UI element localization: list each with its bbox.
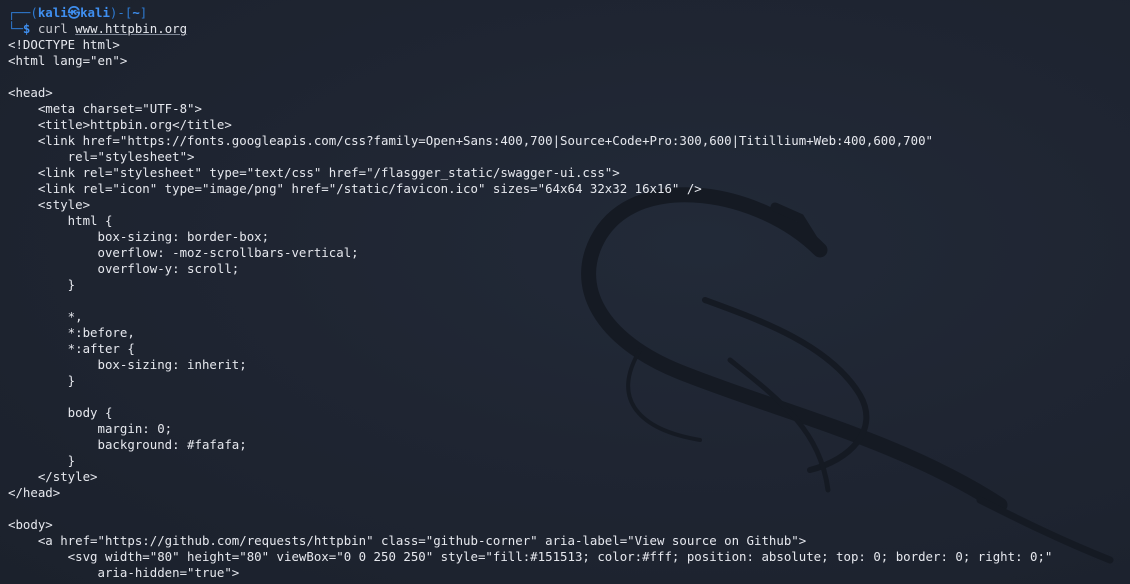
output-line: <body>	[8, 517, 53, 532]
output-line: <title>httpbin.org</title>	[8, 117, 232, 132]
output-line: background: #fafafa;	[8, 437, 247, 452]
output-line: </style>	[8, 469, 98, 484]
prompt-line-2: └─$ curl www.httpbin.org	[8, 21, 1052, 37]
output-line: margin: 0;	[8, 421, 173, 436]
prompt-at-symbol: ㉿	[67, 5, 81, 20]
output-line: }	[8, 453, 76, 468]
output-line: <link rel="icon" type="image/png" href="…	[8, 181, 702, 196]
output-line: aria-hidden="true">	[8, 565, 240, 580]
output-line: overflow: -moz-scrollbars-vertical;	[8, 245, 359, 260]
command-name: curl	[37, 21, 68, 36]
output-line: <link href="https://fonts.googleapis.com…	[8, 133, 934, 148]
output-line: <svg width="80" height="80" viewBox="0 0…	[8, 549, 1053, 564]
output-line: <html lang="en">	[8, 53, 128, 68]
prompt-dollar: $	[22, 21, 31, 36]
prompt-frame-close: ]	[139, 5, 148, 20]
output-line: *,	[8, 309, 83, 324]
command-argument: www.httpbin.org	[75, 21, 188, 36]
prompt-corner: └─	[8, 21, 23, 36]
output-line: html {	[8, 213, 113, 228]
prompt-host: kali	[80, 5, 110, 20]
prompt-frame-open: ┌──(	[8, 5, 38, 20]
prompt-user: kali	[37, 5, 68, 20]
prompt-frame-mid: )-[	[109, 5, 133, 20]
output-line: overflow-y: scroll;	[8, 261, 240, 276]
output-line: <link rel="stylesheet" type="text/css" h…	[8, 165, 620, 180]
output-line: *:before,	[8, 325, 135, 340]
output-line: box-sizing: border-box;	[8, 229, 270, 244]
output-line: <meta charset="UTF-8">	[8, 101, 202, 116]
prompt-line-1: ┌──(kali㉿kali)-[~]	[8, 5, 1052, 21]
terminal-window[interactable]: ┌──(kali㉿kali)-[~] └─$ curl www.httpbin.…	[0, 0, 1130, 584]
output-line: box-sizing: inherit;	[8, 357, 247, 372]
output-line: </head>	[8, 485, 61, 500]
output-line: <a href="https://github.com/requests/htt…	[8, 533, 807, 548]
output-line: <!DOCTYPE html>	[8, 37, 120, 52]
terminal-output[interactable]: ┌──(kali㉿kali)-[~] └─$ curl www.httpbin.…	[8, 5, 1052, 581]
output-line: <style>	[8, 197, 91, 212]
output-line: rel="stylesheet">	[8, 149, 195, 164]
output-line: }	[8, 277, 76, 292]
prompt-directory: ~	[132, 5, 140, 20]
output-line: <head>	[8, 85, 53, 100]
output-line: *:after {	[8, 341, 135, 356]
output-line: body {	[8, 405, 113, 420]
output-line: }	[8, 373, 76, 388]
